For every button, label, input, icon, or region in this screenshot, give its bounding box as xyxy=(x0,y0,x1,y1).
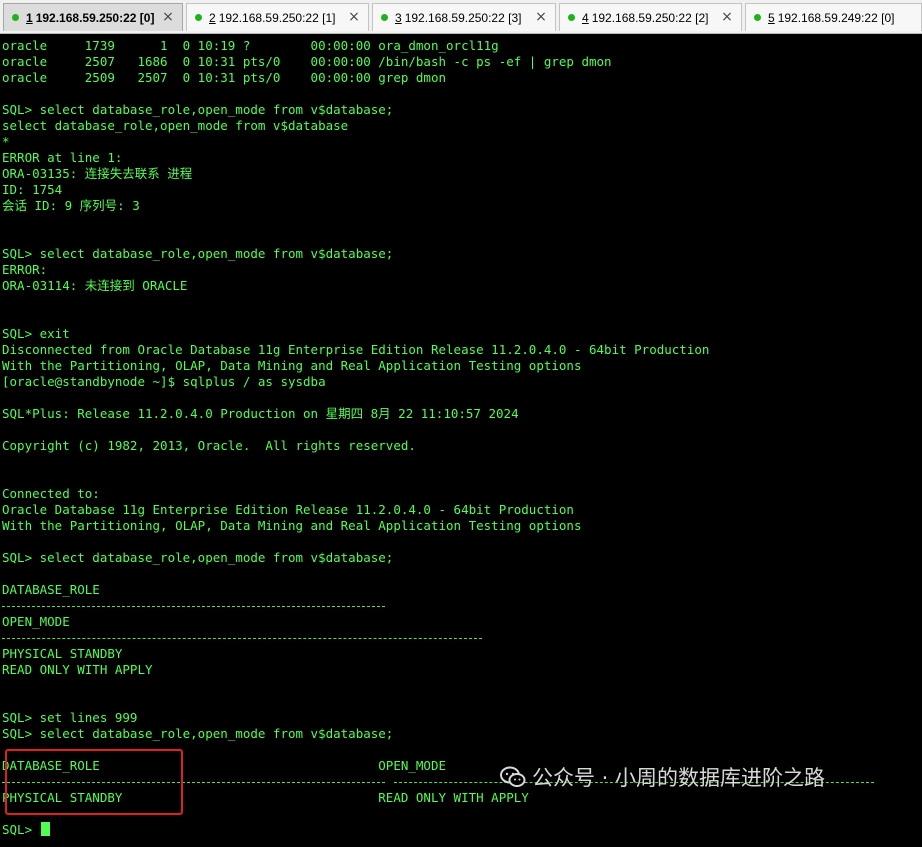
terminal-line: OPEN_MODE xyxy=(2,614,70,629)
session-tab-1[interactable]: 1 192.168.59.250:22 [0] × xyxy=(3,3,183,31)
terminal-line: SQL*Plus: Release 11.2.0.4.0 Production … xyxy=(2,406,519,421)
session-tab-bar: 1 192.168.59.250:22 [0] × 2 192.168.59.2… xyxy=(0,0,922,34)
tab-label: 192.168.59.250:22 [1] xyxy=(218,10,336,25)
tab-label: 192.168.59.250:22 [3] xyxy=(404,10,522,25)
session-tab-2[interactable]: 2 192.168.59.250:22 [1] × xyxy=(186,3,369,31)
terminal-line: Copyright (c) 1982, 2013, Oracle. All ri… xyxy=(2,438,416,453)
wechat-icon xyxy=(500,766,526,787)
close-tab-icon[interactable]: × xyxy=(161,10,175,24)
terminal-line: SQL> exit xyxy=(2,326,70,341)
terminal-line: ERROR at line 1: xyxy=(2,150,123,165)
terminal-line: * xyxy=(2,134,10,149)
session-tab-4[interactable]: 4 192.168.59.250:22 [2] × xyxy=(559,3,742,31)
terminal-line: Connected to: xyxy=(2,486,100,501)
terminal-line: With the Partitioning, OLAP, Data Mining… xyxy=(2,518,582,533)
terminal-output[interactable]: SQL> PHYSICAL STANDBY READ ONLY WITH APP… xyxy=(0,34,922,847)
terminal-line: oracle 1739 1 0 10:19 ? 00:00:00 ora_dmo… xyxy=(2,38,499,53)
terminal-line: 会话 ID: 9 序列号: 3 xyxy=(2,198,140,213)
tab-label: 192.168.59.250:22 [0] xyxy=(35,10,155,25)
terminal-line: SQL> select database_role,open_mode from… xyxy=(2,102,394,117)
watermark-text: 公众号 · 小周的数据库进阶之路 xyxy=(532,766,826,790)
connected-status-icon xyxy=(754,14,761,21)
close-tab-icon[interactable]: × xyxy=(720,10,734,24)
connected-status-icon xyxy=(195,14,202,21)
terminal-line: SQL> select database_role,open_mode from… xyxy=(2,726,394,741)
session-tab-3[interactable]: 3 192.168.59.250:22 [3] × xyxy=(372,3,556,31)
terminal-line: select database_role,open_mode from v$da… xyxy=(2,118,349,133)
connected-status-icon xyxy=(12,14,19,21)
tab-number: 4 xyxy=(582,10,589,25)
terminal-line: oracle 2509 2507 0 10:31 pts/0 00:00:00 … xyxy=(2,70,447,85)
tab-number: 2 xyxy=(209,10,216,25)
terminal-line: DATABASE_ROLE xyxy=(2,582,100,597)
session-tab-5[interactable]: 5 192.168.59.249:22 [0] xyxy=(745,3,922,31)
tab-label: 192.168.59.250:22 [2] xyxy=(591,10,709,25)
terminal-line: PHYSICAL STANDBY xyxy=(2,646,123,661)
terminal-line: oracle 2507 1686 0 10:31 pts/0 00:00:00 … xyxy=(2,54,612,69)
tab-number: 5 xyxy=(768,10,775,25)
tab-label: 192.168.59.249:22 [0] xyxy=(777,10,895,25)
terminal-line: SQL> select database_role,open_mode from… xyxy=(2,550,394,565)
connected-status-icon xyxy=(381,14,388,21)
column-separator xyxy=(2,638,482,639)
connected-status-icon xyxy=(568,14,575,21)
terminal-line: Oracle Database 11g Enterprise Edition R… xyxy=(2,502,574,517)
highlight-annotation-box xyxy=(5,749,183,815)
close-tab-icon[interactable]: × xyxy=(347,10,361,24)
terminal-line: With the Partitioning, OLAP, Data Mining… xyxy=(2,358,582,373)
tab-number: 3 xyxy=(395,10,402,25)
terminal-line: SQL> select database_role,open_mode from… xyxy=(2,246,394,261)
terminal-line: [oracle@standbynode ~]$ sqlplus / as sys… xyxy=(2,374,326,389)
terminal-line: SQL> xyxy=(2,822,40,837)
close-tab-icon[interactable]: × xyxy=(534,10,548,24)
terminal-line: SQL> set lines 999 xyxy=(2,710,138,725)
terminal-line: ID: 1754 xyxy=(2,182,63,197)
terminal-line: ERROR: xyxy=(2,262,48,277)
terminal-cursor xyxy=(41,822,50,836)
terminal-line: READ ONLY WITH APPLY xyxy=(2,662,153,677)
tab-number: 1 xyxy=(26,10,33,25)
terminal-line: ORA-03114: 未连接到 ORACLE xyxy=(2,278,188,293)
terminal-line: ORA-03135: 连接失去联系 进程 xyxy=(2,166,193,181)
watermark: 公众号 · 小周的数据库进阶之路 xyxy=(500,760,825,794)
column-separator xyxy=(2,606,385,607)
terminal-line: Disconnected from Oracle Database 11g En… xyxy=(2,342,710,357)
